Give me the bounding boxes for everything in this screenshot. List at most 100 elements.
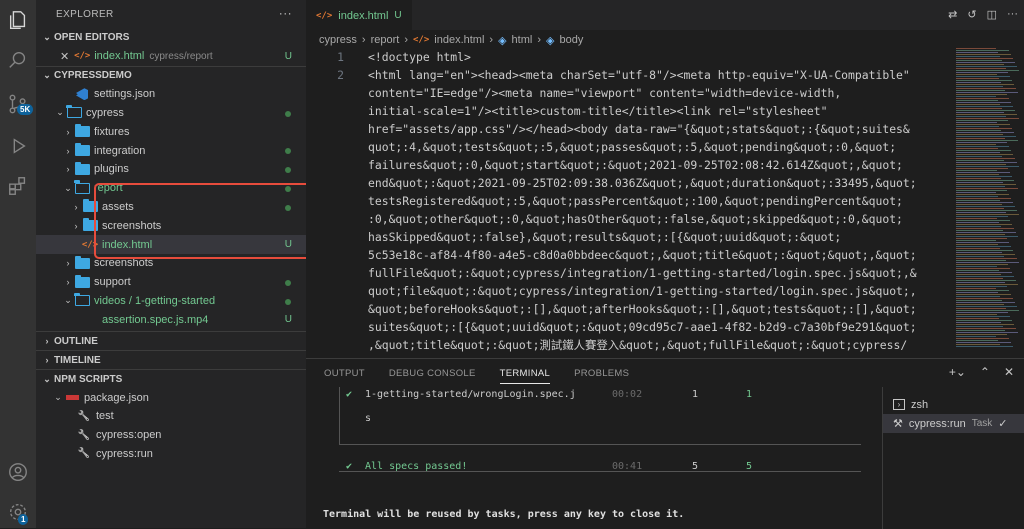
html-file-icon: </> — [74, 51, 91, 62]
npm-script-item[interactable]: 🔧 cypress:run — [36, 445, 306, 464]
npm-script-item[interactable]: 🔧 test — [36, 407, 306, 426]
breadcrumb-item[interactable]: cypress — [319, 34, 357, 46]
tree-item[interactable]: ⌄ report — [36, 179, 306, 198]
tree-item[interactable]: › fixtures — [36, 122, 306, 141]
close-icon[interactable]: ✕ — [1004, 365, 1014, 379]
minimap-line — [956, 316, 1010, 317]
minimap-line — [956, 254, 1015, 255]
open-changes-icon[interactable]: ↺ — [967, 8, 976, 21]
chevron-up-icon[interactable]: ⌃ — [980, 365, 990, 379]
minimap-line — [956, 300, 1002, 301]
minimap-line — [956, 68, 1006, 69]
minimap-line — [956, 160, 1004, 161]
tree-item-label: screenshots — [94, 257, 154, 270]
npm-package-label: package.json — [84, 391, 149, 404]
wrench-icon: 🔧 — [77, 448, 91, 460]
open-editor-filename: index.html — [94, 50, 145, 63]
minimap-line — [956, 132, 1014, 133]
minimap-line — [956, 274, 1001, 275]
project-header[interactable]: ⌄ CYPRESSDEMO — [36, 65, 306, 85]
tree-item[interactable]: </> index.html U — [36, 235, 306, 254]
run-debug-icon[interactable] — [6, 134, 30, 158]
element-icon: ◈ — [498, 34, 507, 47]
npm-scripts-header[interactable]: ⌄ NPM SCRIPTS — [36, 369, 306, 388]
modified-dot — [285, 279, 291, 286]
tree-item-label: assets — [102, 200, 134, 213]
outline-header[interactable]: › OUTLINE — [36, 331, 306, 350]
minimap-line — [956, 176, 1012, 177]
minimap-line — [956, 266, 997, 267]
compare-icon[interactable]: ⇄ — [948, 8, 957, 21]
terminal-name: cypress:run — [908, 417, 966, 430]
chevron-down-icon: ⌄ — [56, 107, 64, 118]
summary-duration: 00:41 — [612, 461, 643, 472]
breadcrumb-item[interactable]: index.html — [434, 34, 484, 46]
modified-dot — [285, 185, 291, 192]
panel-tabs: OUTPUT DEBUG CONSOLE TERMINAL PROBLEMS — [306, 359, 1024, 387]
new-terminal-icon[interactable]: +⌄ — [949, 365, 966, 379]
tree-item-label: fixtures — [94, 125, 130, 138]
tree-item-label: videos / 1-getting-started — [94, 294, 216, 307]
minimap-line — [956, 328, 1016, 329]
tree-item[interactable]: › plugins — [36, 160, 306, 179]
extensions-icon[interactable] — [6, 174, 30, 198]
tree-item-label: index.html — [102, 238, 153, 251]
tree-item[interactable]: › assets — [36, 198, 306, 217]
breadcrumb-item[interactable]: report — [371, 34, 400, 46]
minimap-line — [956, 268, 1010, 269]
minimap-line — [956, 196, 998, 197]
tab-problems[interactable]: PROBLEMS — [574, 368, 629, 379]
tree-item[interactable]: assertion.spec.js.mp4 U — [36, 310, 306, 329]
open-editor-item[interactable]: ✕ </> index.html cypress/report U — [36, 47, 306, 66]
terminal-item-zsh[interactable]: › zsh — [883, 395, 1024, 414]
npm-package-item[interactable]: ⌄ package.json — [36, 388, 306, 407]
explorer-icon[interactable] — [6, 8, 30, 32]
wrench-icon: 🔧 — [77, 429, 91, 441]
tree-item[interactable]: ⌄ cypress — [36, 104, 306, 123]
tree-item-label: cypress — [86, 106, 124, 119]
open-editors-header[interactable]: ⌄ OPEN EDITORS — [36, 28, 306, 47]
code-line: suites&quot;:[{&quot;uuid&quot;:&quot;09… — [368, 320, 917, 334]
tree-item[interactable]: settings.json — [36, 85, 306, 104]
minimap-line — [956, 148, 998, 149]
minimap-line — [956, 86, 1003, 87]
terminal-item-cypress-run[interactable]: ⚒ cypress:run Task ✓ — [883, 414, 1024, 433]
minimap-line — [956, 260, 1006, 261]
code-line: failures&quot;:0,&quot;start&quot;:&quot… — [368, 158, 903, 172]
tree-item[interactable]: ⌄ videos / 1-getting-started — [36, 292, 306, 311]
minimap-line — [956, 220, 1010, 221]
accounts-icon[interactable] — [6, 460, 30, 484]
npm-script-item[interactable]: 🔧 cypress:open — [36, 426, 306, 445]
tree-item[interactable]: › screenshots — [36, 254, 306, 273]
minimap-line — [956, 224, 1012, 225]
terminal-output[interactable]: ✔ 1-getting-started/wrongLogin.spec.j 00… — [306, 387, 876, 529]
timeline-header[interactable]: › TIMELINE — [36, 350, 306, 369]
minimap-line — [956, 286, 1007, 287]
tab-debug-console[interactable]: DEBUG CONSOLE — [389, 368, 476, 379]
tree-item[interactable]: › screenshots — [36, 216, 306, 235]
minimap-line — [956, 72, 1008, 73]
minimap-line — [956, 134, 1003, 135]
close-icon[interactable]: ✕ — [60, 50, 69, 63]
tree-item[interactable]: › integration — [36, 141, 306, 160]
tab-terminal[interactable]: TERMINAL — [499, 368, 551, 384]
untracked-status: U — [284, 314, 292, 326]
minimap-line — [956, 106, 1013, 107]
more-actions-icon[interactable]: ··· — [1007, 8, 1018, 21]
breadcrumb-item[interactable]: html — [512, 34, 533, 46]
split-editor-icon[interactable]: ◫ — [987, 8, 997, 21]
folder-open-icon — [74, 180, 90, 195]
minimap-line — [956, 164, 1006, 165]
tab-index-html[interactable]: </> index.html U — [306, 0, 412, 30]
tab-output[interactable]: OUTPUT — [324, 368, 365, 379]
search-icon[interactable] — [6, 48, 30, 72]
minimap[interactable] — [952, 48, 1024, 358]
minimap-line — [956, 150, 1011, 151]
tree-item[interactable]: › support — [36, 273, 306, 292]
minimap-line — [956, 338, 1009, 339]
untracked-status: U — [284, 50, 292, 62]
minimap-line — [956, 182, 1003, 183]
breadcrumb-item[interactable]: body — [559, 34, 583, 46]
more-actions-icon[interactable]: ··· — [279, 6, 292, 20]
html-file-icon: </> — [316, 10, 333, 21]
